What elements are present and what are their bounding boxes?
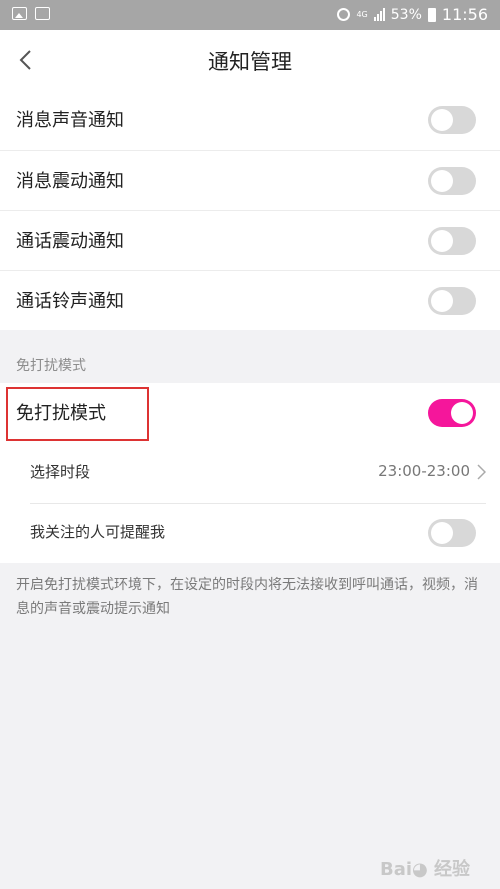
message-sound-toggle[interactable] <box>428 106 476 134</box>
setting-row-followed-remind[interactable]: 我关注的人可提醒我 <box>0 503 500 563</box>
setting-label: 选择时段 <box>30 463 91 481</box>
alarm-icon <box>337 8 351 21</box>
chevron-right-icon <box>477 464 486 480</box>
setting-row-call-vibrate[interactable]: 通话震动通知 <box>0 210 500 270</box>
setting-row-call-ringtone[interactable]: 通话铃声通知 <box>0 270 500 330</box>
baidu-jingyan-watermark-icon: Bai◕ 经验 <box>379 859 470 880</box>
time-period-value: 23:00-23:00 <box>378 462 470 480</box>
setting-row-message-vibrate[interactable]: 消息震动通知 <box>0 150 500 210</box>
wifi-notification-icon <box>35 7 50 20</box>
clock: 11:56 <box>441 5 488 24</box>
setting-label: 通话震动通知 <box>16 231 124 252</box>
status-bar: 4G 53% 11:56 <box>0 0 500 30</box>
dnd-description: 开启免打扰模式环境下，在设定的时段内将无法接收到呼叫通话，视频，消息的声音或震动… <box>16 577 478 617</box>
followed-remind-toggle[interactable] <box>428 519 476 547</box>
signal-icon <box>373 8 385 21</box>
dnd-toggle[interactable] <box>428 399 476 427</box>
call-ringtone-toggle[interactable] <box>428 287 476 315</box>
message-vibrate-toggle[interactable] <box>428 167 476 195</box>
setting-label: 消息声音通知 <box>16 110 124 131</box>
battery-icon <box>427 7 436 22</box>
notification-settings-group: 消息声音通知 消息震动通知 通话震动通知 通话铃声通知 <box>0 90 500 330</box>
battery-percent: 53% <box>390 6 422 23</box>
annotation-highlight-box <box>6 387 149 441</box>
dnd-section-header: 免打扰模式 <box>16 358 86 374</box>
setting-row-time-period[interactable]: 选择时段 23:00-23:00 <box>0 443 500 503</box>
app-bar: 通知管理 <box>0 30 500 90</box>
setting-label: 通话铃声通知 <box>16 291 124 312</box>
image-notification-icon <box>12 7 27 20</box>
page-title: 通知管理 <box>208 50 292 74</box>
setting-row-message-sound[interactable]: 消息声音通知 <box>0 90 500 150</box>
call-vibrate-toggle[interactable] <box>428 227 476 255</box>
setting-label: 消息震动通知 <box>16 171 124 192</box>
network-type: 4G <box>356 9 368 19</box>
setting-label: 我关注的人可提醒我 <box>30 523 166 541</box>
